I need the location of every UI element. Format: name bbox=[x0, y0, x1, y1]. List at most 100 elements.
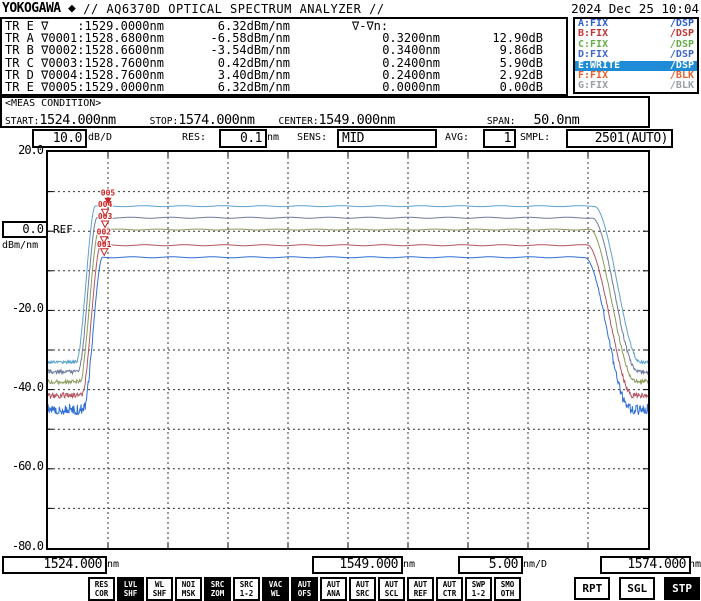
softkey-src-zom[interactable]: SRCZOM bbox=[204, 577, 231, 601]
trace-marker-id: TR C ∇0003:1528.7600nm bbox=[2, 57, 182, 69]
softkey-aut-ana[interactable]: AUTANA bbox=[320, 577, 347, 601]
softkey-aut-ref[interactable]: AUTREF bbox=[407, 577, 434, 601]
runkey-rpt[interactable]: RPT bbox=[574, 577, 610, 600]
trace-status-panel: A:FIX/DSPB:FIX/DSPC:FIX/DSPD:FIX/DSPE:WR… bbox=[573, 17, 699, 94]
softkey-line2: CTR bbox=[438, 589, 461, 598]
soft-key-row: RESCORLVLSHFWLSHFNOIMSKSRCZOMSRC1-2VACWL… bbox=[88, 577, 521, 601]
softkey-line2: ZOM bbox=[206, 589, 229, 598]
sampling-label: SMPL: bbox=[520, 132, 550, 143]
trace-slot-d[interactable]: D:FIX/DSP bbox=[575, 50, 697, 60]
softkey-line1: AUT bbox=[438, 580, 461, 589]
runkey-stp[interactable]: STP bbox=[664, 577, 700, 600]
title-bar: YOKOGAWA ◆ // AQ6370D OPTICAL SPECTRUM A… bbox=[0, 0, 701, 17]
softkey-vac-wl[interactable]: VACWL bbox=[262, 577, 289, 601]
meas-field-value[interactable]: 50.0nm bbox=[533, 112, 579, 128]
softkey-line1: AUT bbox=[409, 580, 432, 589]
softkey-aut-src[interactable]: AUTSRC bbox=[349, 577, 376, 601]
softkey-wl-shf[interactable]: WLSHF bbox=[146, 577, 173, 601]
x-start-field[interactable]: 1524.000 bbox=[2, 556, 107, 574]
sensitivity-field[interactable]: MID bbox=[337, 129, 437, 148]
trace-marker-delta-level: 5.90dB bbox=[440, 57, 543, 69]
meas-condition-box: <MEAS CONDITION> START:1524.000nmSTOP:15… bbox=[0, 96, 650, 128]
osa-screen: YOKOGAWA ◆ // AQ6370D OPTICAL SPECTRUM A… bbox=[0, 0, 701, 601]
x-scale-field[interactable]: 5.00 bbox=[458, 556, 523, 574]
trace-marker-id: TR B ∇0002:1528.6600nm bbox=[2, 44, 182, 56]
average-label: AVG: bbox=[445, 132, 469, 143]
trace-marker-delta-level: 0.00dB bbox=[440, 81, 543, 93]
softkey-aut-scl[interactable]: AUTSCL bbox=[378, 577, 405, 601]
trace-marker-level: 6.32dBm/nm bbox=[182, 81, 290, 93]
y-axis-label: -20.0 bbox=[0, 302, 43, 315]
softkey-line1: AUT bbox=[322, 580, 345, 589]
ref-label: REF bbox=[53, 224, 73, 236]
trace-slot-label: D:FIX bbox=[578, 50, 608, 60]
y-axis-label: -80.0 bbox=[0, 540, 43, 553]
softkey-line1: RES bbox=[90, 580, 113, 589]
meas-field-value[interactable]: 1524.000nm bbox=[39, 112, 115, 128]
meas-condition-title: <MEAS CONDITION> bbox=[2, 98, 648, 109]
softkey-line2: SCL bbox=[380, 589, 403, 598]
softkey-swp-1-2[interactable]: SWP1-2 bbox=[465, 577, 492, 601]
resolution-field[interactable]: 0.1 bbox=[219, 129, 267, 148]
meas-field-value[interactable]: 1574.000nm bbox=[178, 112, 254, 128]
trace-readout-row: TR E ∇0005:1529.0000nm6.32dBm/nm0.0000nm… bbox=[2, 81, 566, 93]
softkey-src-1-2[interactable]: SRC1-2 bbox=[233, 577, 260, 601]
x-center-field[interactable]: 1549.000 bbox=[312, 556, 403, 574]
average-field[interactable]: 1 bbox=[483, 129, 516, 148]
svg-text:005: 005 bbox=[101, 189, 116, 198]
meas-condition-fields: START:1524.000nm STOP:1574.000nm CENTER:15… bbox=[2, 109, 648, 128]
softkey-line1: AUT bbox=[380, 580, 403, 589]
trace-marker-level: 0.42dBm/nm bbox=[182, 57, 290, 69]
datetime: 2024 Dec 25 10:04 bbox=[571, 1, 699, 16]
svg-text:004: 004 bbox=[98, 200, 113, 209]
softkey-lvl-shf[interactable]: LVLSHF bbox=[117, 577, 144, 601]
softkey-line1: AUT bbox=[293, 580, 316, 589]
trace-marker-delta-wl: 0.2400nm bbox=[290, 57, 440, 69]
spectrum-chart[interactable]: 001002003004005 bbox=[46, 150, 650, 550]
meas-field-label: STOP: bbox=[150, 116, 179, 127]
x-stop-unit: nm bbox=[689, 559, 701, 570]
resolution-label: RES: bbox=[182, 132, 206, 143]
softkey-smo-oth[interactable]: SMOOTH bbox=[494, 577, 521, 601]
y-axis-unit: dBm/nm bbox=[2, 240, 38, 251]
softkey-aut-ctr[interactable]: AUTCTR bbox=[436, 577, 463, 601]
y-axis-label: -60.0 bbox=[0, 460, 43, 473]
softkey-line1: AUT bbox=[351, 580, 374, 589]
y-axis-label: 20.0 bbox=[0, 144, 43, 157]
softkey-line2: 1-2 bbox=[467, 589, 490, 598]
svg-text:002: 002 bbox=[97, 228, 112, 237]
softkey-line1: WL bbox=[148, 580, 171, 589]
softkey-line2: OFS bbox=[293, 589, 316, 598]
meas-field-span: SPAN: 50.0nm bbox=[487, 109, 579, 128]
softkey-line1: NOI bbox=[177, 580, 200, 589]
meas-field-start: START:1524.000nm bbox=[5, 109, 116, 128]
softkey-noi-msk[interactable]: NOIMSK bbox=[175, 577, 202, 601]
softkey-line1: LVL bbox=[119, 580, 142, 589]
meas-field-center: CENTER:1549.000nm bbox=[279, 109, 395, 128]
softkey-line2: MSK bbox=[177, 589, 200, 598]
softkey-aut-ofs[interactable]: AUTOFS bbox=[291, 577, 318, 601]
trace-marker-delta-wl: 0.0000nm bbox=[290, 81, 440, 93]
softkey-res-cor[interactable]: RESCOR bbox=[88, 577, 115, 601]
y-axis-label: -40.0 bbox=[0, 381, 43, 394]
softkey-line2: SHF bbox=[148, 589, 171, 598]
softkey-line2: SRC bbox=[351, 589, 374, 598]
meas-field-value[interactable]: 1549.000nm bbox=[319, 112, 395, 128]
softkey-line2: ANA bbox=[322, 589, 345, 598]
trace-slot-label: G:FIX bbox=[578, 81, 608, 91]
meas-field-label: SPAN: bbox=[487, 116, 516, 127]
run-key-row: RPT SGL STP bbox=[574, 577, 700, 600]
trace-slot-g[interactable]: G:FIX/BLK bbox=[575, 81, 697, 91]
trace-readout-row: TR C ∇0003:1528.7600nm0.42dBm/nm0.2400nm… bbox=[2, 57, 566, 69]
runkey-sgl[interactable]: SGL bbox=[619, 577, 655, 600]
softkey-line1: VAC bbox=[264, 580, 287, 589]
level-scale-unit: dB/D bbox=[88, 132, 112, 143]
softkey-line1: SRC bbox=[235, 580, 258, 589]
x-stop-field[interactable]: 1574.000 bbox=[600, 556, 691, 574]
softkey-line2: COR bbox=[90, 589, 113, 598]
page-title: // AQ6370D OPTICAL SPECTRUM ANALYZER // bbox=[83, 2, 384, 16]
spectrum-plot: 001002003004005 bbox=[48, 152, 648, 548]
sampling-field[interactable]: 2501(AUTO) bbox=[566, 129, 673, 148]
ref-level-box[interactable]: 0.0 bbox=[2, 221, 49, 238]
resolution-unit: nm bbox=[267, 132, 279, 143]
